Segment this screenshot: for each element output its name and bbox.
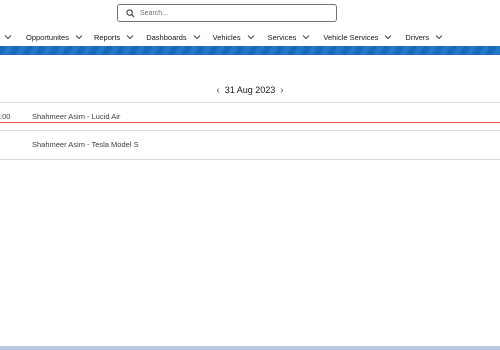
top-header: Search... xyxy=(0,0,500,28)
nav-label[interactable]: Opportunites xyxy=(26,33,69,42)
bottom-edge xyxy=(0,346,500,350)
next-day-icon[interactable]: › xyxy=(275,85,288,96)
event-link[interactable]: Shahmeer Asim - Lucid Air xyxy=(32,112,120,121)
search-placeholder: Search... xyxy=(140,9,169,17)
nav-item-hidden[interactable] xyxy=(3,28,13,46)
nav-bar: Opportunites Reports Dashboards Vehicles… xyxy=(0,28,500,46)
search-icon xyxy=(126,8,135,18)
nav-item-vehicle-services[interactable]: Vehicle Services xyxy=(323,28,393,46)
nav-label[interactable]: Dashboards xyxy=(146,33,186,42)
global-search-box[interactable]: Search... xyxy=(117,4,337,22)
time-label: :00 xyxy=(0,112,11,121)
current-time-indicator xyxy=(0,122,500,123)
nav-item-drivers[interactable]: Drivers xyxy=(405,28,444,46)
nav-label[interactable]: Drivers xyxy=(405,33,429,42)
nav-item-vehicles[interactable]: Vehicles xyxy=(213,28,256,46)
chevron-down-icon[interactable] xyxy=(3,32,13,42)
nav-label[interactable]: Vehicles xyxy=(213,33,241,42)
chevron-down-icon[interactable] xyxy=(434,32,444,42)
nav-item-dashboards[interactable]: Dashboards xyxy=(146,28,201,46)
chevron-down-icon[interactable] xyxy=(301,32,311,42)
chevron-down-icon[interactable] xyxy=(74,32,84,42)
event-link[interactable]: Shahmeer Asim - Tesla Model S xyxy=(32,140,139,149)
chevron-down-icon[interactable] xyxy=(383,32,393,42)
current-date: 31 Aug 2023 xyxy=(224,85,276,95)
nav-item-reports[interactable]: Reports xyxy=(94,28,135,46)
previous-day-icon[interactable]: ‹ xyxy=(211,85,224,96)
calendar-row[interactable]: :00 Shahmeer Asim - Lucid Air xyxy=(0,102,500,131)
chevron-down-icon[interactable] xyxy=(192,32,202,42)
nav-item-opportunites[interactable]: Opportunites xyxy=(26,28,84,46)
chevron-down-icon[interactable] xyxy=(125,32,135,42)
date-navigator: ‹ 31 Aug 2023 › xyxy=(0,82,500,98)
nav-item-services[interactable]: Services xyxy=(268,28,312,46)
nav-label[interactable]: Services xyxy=(268,33,297,42)
nav-label[interactable]: Vehicle Services xyxy=(323,33,378,42)
nav-label[interactable]: Reports xyxy=(94,33,120,42)
calendar-row[interactable]: Shahmeer Asim - Tesla Model S xyxy=(0,131,500,160)
chevron-down-icon[interactable] xyxy=(246,32,256,42)
brand-banner xyxy=(0,46,500,55)
